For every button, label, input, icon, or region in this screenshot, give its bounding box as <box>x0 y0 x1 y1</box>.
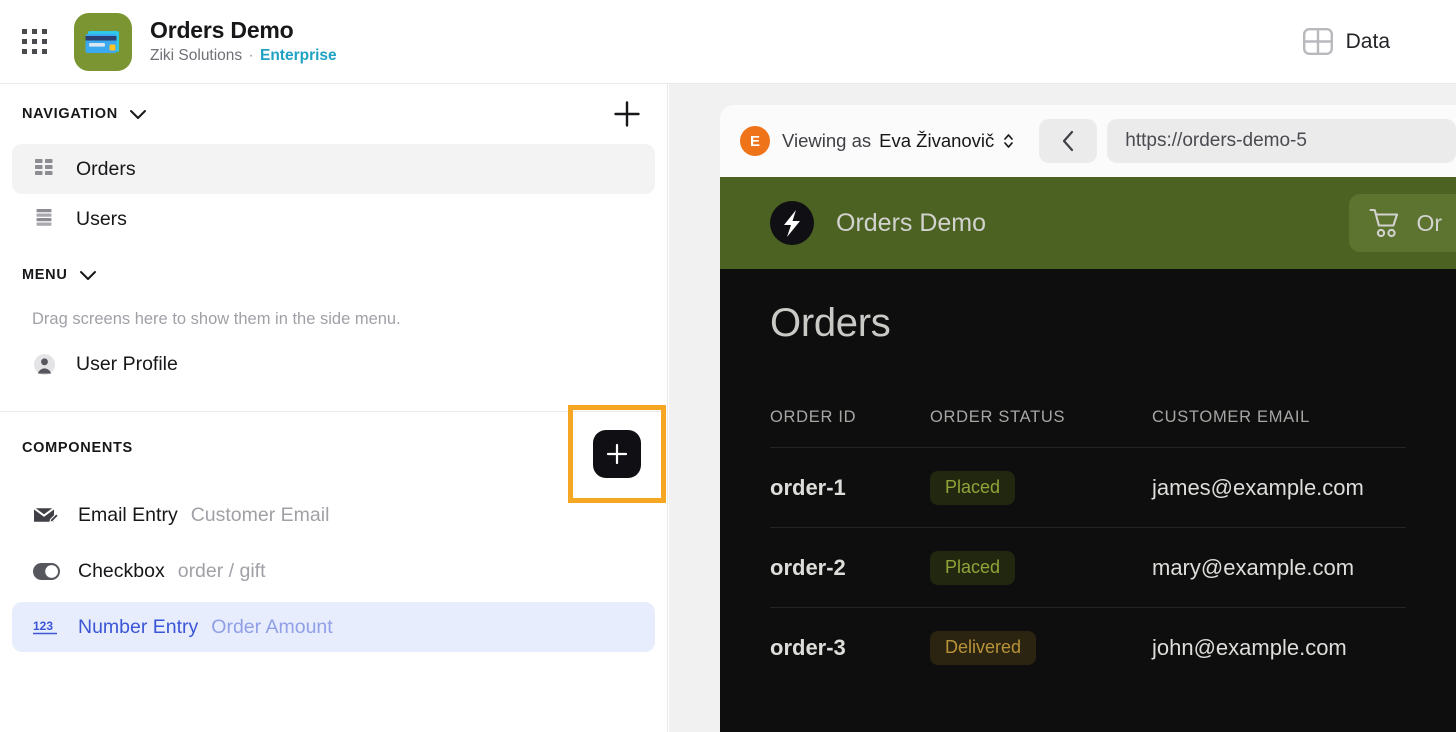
top-bar: Orders Demo Ziki Solutions · Enterprise … <box>0 0 1456 84</box>
list-rows-icon <box>32 209 56 229</box>
column-header-order-status: ORDER STATUS <box>930 408 1066 426</box>
org-name: Ziki Solutions <box>150 46 243 64</box>
orders-page-title: Orders <box>770 301 891 345</box>
table-layout-icon <box>1302 28 1333 55</box>
subtitle-separator: · <box>248 46 254 64</box>
plus-icon <box>606 443 628 465</box>
app-subtitle: Ziki Solutions · Enterprise <box>150 47 337 66</box>
toggle-switch-icon <box>32 562 60 580</box>
person-icon <box>32 353 56 375</box>
menu-section-title: MENU <box>22 267 68 283</box>
plan-badge[interactable]: Enterprise <box>260 47 337 64</box>
cell-order-id: order-3 <box>770 634 846 660</box>
status-badge: Placed <box>930 550 1016 585</box>
chevron-left-icon <box>1063 130 1074 152</box>
number-123-icon: 123 <box>32 617 60 637</box>
preview-app-title: Orders Demo <box>836 208 987 237</box>
cell-customer-email: john@example.com <box>1152 634 1347 660</box>
sidebar-item-label: Orders <box>76 157 136 180</box>
page-title: Orders Demo <box>150 17 294 44</box>
credit-card-app-icon <box>74 12 132 71</box>
menu-drop-hint: Drag screens here to show them in the si… <box>32 310 401 328</box>
component-item-checkbox[interactable]: Checkbox order / gift <box>12 546 655 596</box>
navigation-section-title: NAVIGATION <box>22 106 118 122</box>
column-header-customer-email: CUSTOMER EMAIL <box>1152 408 1311 426</box>
cell-order-id: order-1 <box>770 474 846 500</box>
sidebar-item-users[interactable]: Users <box>12 194 655 244</box>
component-name: Email Entry <box>78 503 178 526</box>
cell-order-status: Placed <box>930 550 1152 585</box>
component-item-number-entry[interactable]: 123 Number Entry Order Amount <box>12 602 655 652</box>
apps-grid-button[interactable] <box>12 20 56 64</box>
cart-button[interactable]: Or <box>1349 194 1456 252</box>
preview-toolbar: E Viewing as Eva Živanovič https://order… <box>720 105 1456 177</box>
component-name: Checkbox <box>78 559 165 582</box>
viewing-as-user: Eva Živanovič <box>879 130 995 151</box>
left-sidebar: NAVIGATION Orders Users MENU Drag screen… <box>0 84 668 732</box>
svg-text:123: 123 <box>33 619 53 633</box>
viewing-as-prefix: Viewing as <box>782 130 872 151</box>
cell-order-status: Placed <box>930 470 1152 505</box>
cart-button-label: Or <box>1416 209 1442 236</box>
sidebar-item-user-profile[interactable]: User Profile <box>12 339 655 389</box>
navigation-section-header: NAVIGATION <box>0 84 667 144</box>
status-badge: Placed <box>930 470 1016 505</box>
apps-grid-icon <box>21 29 47 54</box>
component-name: Number Entry <box>78 615 199 638</box>
chevron-down-icon[interactable] <box>129 109 147 120</box>
avatar: E <box>740 126 770 156</box>
sidebar-item-label: User Profile <box>76 352 178 375</box>
add-screen-button[interactable] <box>609 96 645 132</box>
orders-table: ORDER ID ORDER STATUS CUSTOMER EMAIL ord… <box>770 408 1406 687</box>
preview-area: E Viewing as Eva Živanovič https://order… <box>669 84 1456 732</box>
sidebar-item-label: Users <box>76 207 127 230</box>
component-meta: order / gift <box>177 559 266 582</box>
envelope-edit-icon <box>32 504 60 526</box>
chevron-up-down-icon <box>1004 134 1014 148</box>
cell-customer-email: mary@example.com <box>1152 554 1355 580</box>
url-input[interactable]: https://orders-demo-5 <box>1107 119 1456 163</box>
chevron-down-icon[interactable] <box>79 270 97 281</box>
component-meta: Order Amount <box>211 615 333 638</box>
cell-order-status: Delivered <box>930 630 1152 665</box>
cell-customer-email: james@example.com <box>1152 474 1364 500</box>
table-header-row: ORDER ID ORDER STATUS CUSTOMER EMAIL <box>770 408 1406 447</box>
components-section-title: COMPONENTS <box>22 440 133 456</box>
preview-card: E Viewing as Eva Živanovič https://order… <box>720 105 1456 732</box>
shopping-cart-icon <box>1369 208 1399 237</box>
preview-app-bar: Orders Demo Or <box>720 177 1456 269</box>
component-item-email-entry[interactable]: Email Entry Customer Email <box>12 490 655 540</box>
app-title-block: Orders Demo Ziki Solutions · Enterprise <box>150 17 337 65</box>
status-badge: Delivered <box>930 630 1037 665</box>
credit-card-icon <box>85 30 119 53</box>
table-row[interactable]: order-1 Placed james@example.com <box>770 447 1406 527</box>
component-meta: Customer Email <box>190 503 330 526</box>
add-component-highlight <box>568 405 666 503</box>
table-grid-icon <box>32 159 56 179</box>
data-tab[interactable]: Data <box>1302 28 1390 55</box>
viewing-as-selector[interactable]: Viewing as Eva Živanovič <box>782 130 1015 152</box>
cell-order-id: order-2 <box>770 554 846 580</box>
lightning-bolt-logo <box>770 201 814 245</box>
data-tab-label: Data <box>1345 29 1390 53</box>
plus-icon <box>614 101 640 127</box>
table-row[interactable]: order-2 Placed mary@example.com <box>770 527 1406 607</box>
menu-section-header: MENU <box>0 244 667 306</box>
sidebar-item-orders[interactable]: Orders <box>12 144 655 194</box>
column-header-order-id: ORDER ID <box>770 408 857 426</box>
components-section-header: COMPONENTS <box>0 405 667 503</box>
table-row[interactable]: order-3 Delivered john@example.com <box>770 607 1406 687</box>
add-component-button[interactable] <box>593 430 641 478</box>
preview-app-body: Orders ORDER ID ORDER STATUS CUSTOMER EM… <box>720 269 1456 732</box>
back-button[interactable] <box>1039 119 1098 163</box>
